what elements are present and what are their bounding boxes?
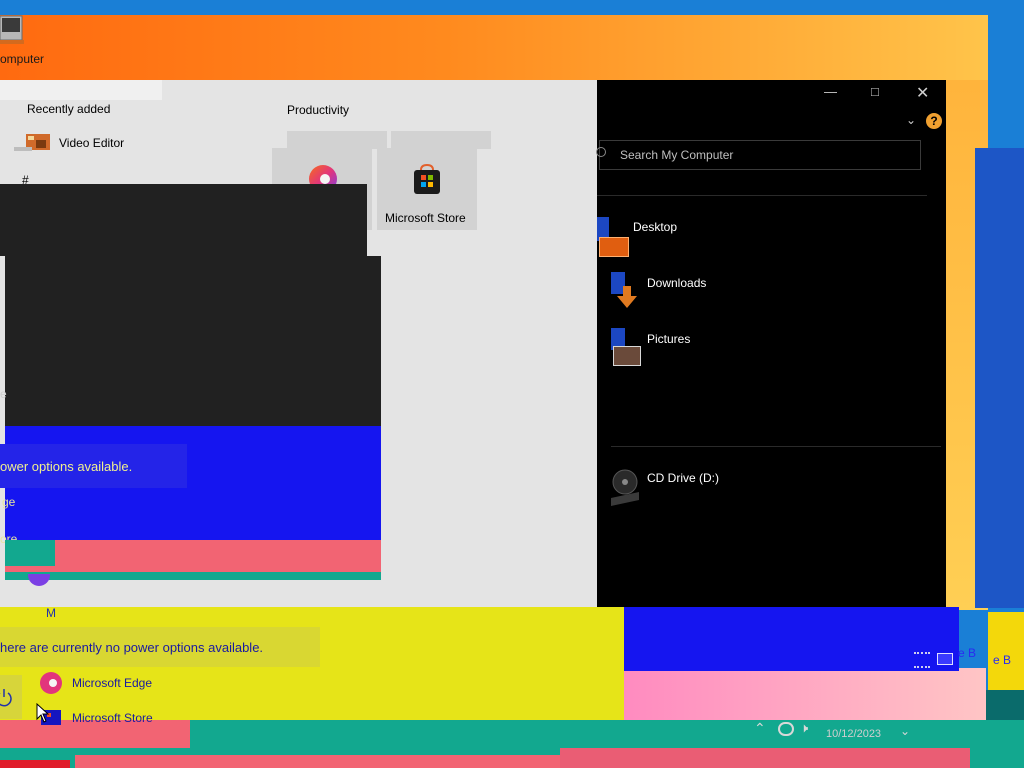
glitch-band — [75, 755, 575, 768]
clock[interactable]: 10/12/2023 — [826, 728, 881, 740]
drive-item-label: CD Drive (D:) — [647, 471, 719, 485]
downloads-icon — [611, 272, 641, 310]
glitch-overlay — [5, 540, 381, 574]
fragment-text: e — [0, 387, 7, 401]
help-icon[interactable]: ? — [926, 113, 942, 129]
computer-icon — [0, 15, 24, 44]
tile-label: Microsoft Store — [385, 211, 466, 225]
recently-added-header: Recently added — [27, 102, 111, 116]
cd-drive-icon — [611, 469, 639, 506]
divider — [611, 446, 941, 447]
tile-placeholder — [391, 131, 491, 149]
edge-icon — [40, 672, 62, 694]
network-icon[interactable] — [778, 722, 794, 736]
video-editor-icon — [14, 134, 50, 151]
system-tray: ⌃ 🕨 10/12/2023 ⌄ — [740, 720, 970, 748]
place-item-desktop[interactable]: Desktop — [597, 212, 897, 257]
place-item-downloads[interactable]: Downloads — [611, 270, 911, 314]
tray-chevron-up-icon[interactable]: ⌃ — [754, 720, 766, 737]
mouse-cursor-icon — [36, 703, 50, 723]
glitch-overlay — [5, 256, 381, 428]
place-item-pictures[interactable]: Pictures — [611, 326, 911, 370]
desktop-wallpaper-band — [0, 15, 988, 85]
search-icon — [596, 147, 606, 157]
place-item-label: Downloads — [647, 276, 707, 290]
desktop-icon-computer[interactable]: omputer — [0, 12, 60, 68]
fragment-text: e B — [993, 653, 1012, 667]
power-icon — [0, 689, 12, 707]
chevron-down-icon[interactable]: ⌄ — [906, 113, 916, 127]
start-menu-top — [0, 80, 162, 100]
power-message-text: here are currently no power options avai… — [0, 640, 264, 655]
search-placeholder: Search My Computer — [620, 148, 734, 162]
maximize-icon[interactable]: □ — [871, 84, 879, 99]
app-item-video-editor[interactable]: Video Editor — [12, 130, 162, 156]
close-icon[interactable]: ✕ — [916, 83, 929, 103]
tile-group-header: Productivity — [287, 103, 350, 117]
app-item-microsoft-edge[interactable]: Microsoft Edge — [38, 670, 218, 696]
desktop-wallpaper-band — [975, 148, 1024, 608]
app-item-microsoft-store[interactable]: Microsoft Store — [38, 705, 218, 725]
place-item-label: Desktop — [633, 220, 678, 234]
fragment-text: e B — [958, 646, 977, 660]
details-view-icon[interactable] — [914, 652, 930, 668]
power-message-overlay-text: ower options available. — [0, 459, 133, 474]
place-item-label: Pictures — [647, 332, 691, 346]
glitch-overlay — [5, 540, 55, 566]
notifications-icon[interactable]: ⌄ — [900, 724, 910, 738]
glitch-band — [624, 607, 959, 671]
large-icons-view-icon[interactable] — [937, 653, 953, 665]
drive-item-cd[interactable]: CD Drive (D:) — [611, 464, 911, 508]
tile-placeholder — [287, 131, 387, 149]
volume-icon[interactable]: 🕨 — [800, 720, 808, 736]
power-button[interactable] — [0, 675, 22, 719]
fragment-text: ge — [2, 495, 16, 509]
section-header-m: M — [46, 606, 56, 620]
glitch-band — [988, 612, 1024, 692]
pictures-icon — [611, 328, 641, 366]
app-item-label: Video Editor — [59, 136, 125, 150]
search-input[interactable]: Search My Computer — [596, 140, 921, 170]
tile-microsoft-store[interactable]: Microsoft Store — [377, 148, 477, 230]
glitch-band — [560, 748, 970, 768]
minimize-icon[interactable]: — — [824, 84, 837, 99]
desktop-icon-label: omputer — [0, 52, 45, 66]
glitch-band — [0, 760, 70, 768]
divider — [597, 195, 927, 196]
microsoft-store-icon — [414, 163, 440, 194]
explorer-title-bar: — □ ✕ — [611, 80, 946, 110]
glitch-band — [624, 668, 986, 723]
glitch-overlay — [5, 572, 381, 580]
glitch-overlay — [0, 184, 367, 256]
desktop-folder-icon — [597, 217, 629, 257]
app-item-label: Microsoft Store — [72, 711, 153, 725]
app-item-label: Microsoft Edge — [72, 676, 153, 690]
